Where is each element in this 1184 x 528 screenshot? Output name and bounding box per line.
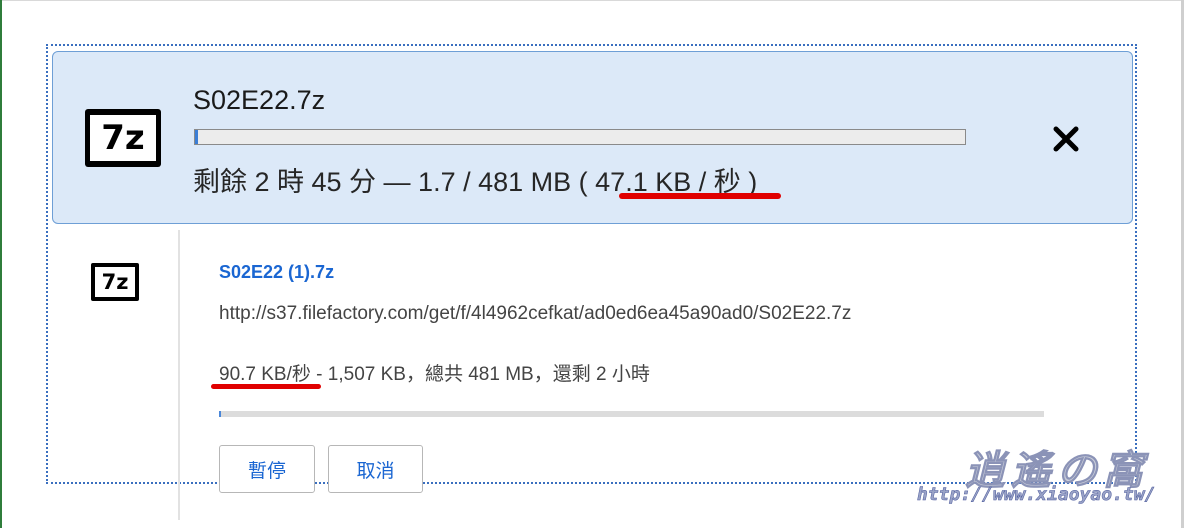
watermark: 逍遙の窩 http://www.xiaoyao.tw/ [905,438,1175,510]
7z-file-icon: 7z [85,109,161,167]
download-status-rest: - 1,507 KB，總共 481 MB，還剩 2 小時 [310,364,650,385]
column-divider [178,230,180,520]
download-url: http://s37.filefactory.com/get/f/4l4962c… [219,303,852,324]
download-filename-link[interactable]: S02E22 (1).7z [219,262,334,283]
cancel-button[interactable]: 取消 [328,445,423,493]
watermark-url: http://www.xiaoyao.tw/ [917,484,1156,506]
7z-icon-label: 7z [95,267,135,297]
download-progress-bar [219,411,1044,417]
download-status: 90.7 KB/秒 - 1,507 KB，總共 481 MB，還剩 2 小時 [219,359,650,386]
speed-annotation-underline [619,193,781,199]
close-icon[interactable] [1049,122,1083,156]
pause-button[interactable]: 暫停 [219,445,315,493]
download-speed: 90.7 KB/秒 [219,364,311,385]
active-download-progress-fill [195,130,198,144]
download-progress-fill [219,411,222,417]
frame-top-border [0,0,1184,1]
active-download-progress-bar [194,129,966,145]
frame-left-border [0,0,2,528]
speed-annotation-underline [211,384,321,389]
7z-file-icon: 7z [91,263,139,301]
active-download-filename: S02E22.7z [193,85,326,115]
active-download-row[interactable]: 7z S02E22.7z 剩餘 2 時 45 分 — 1.7 / 481 MB … [52,51,1133,224]
status-prefix: 剩餘 2 時 45 分 — 1.7 / 481 MB ( [193,167,588,197]
7z-icon-label: 7z [90,115,156,161]
